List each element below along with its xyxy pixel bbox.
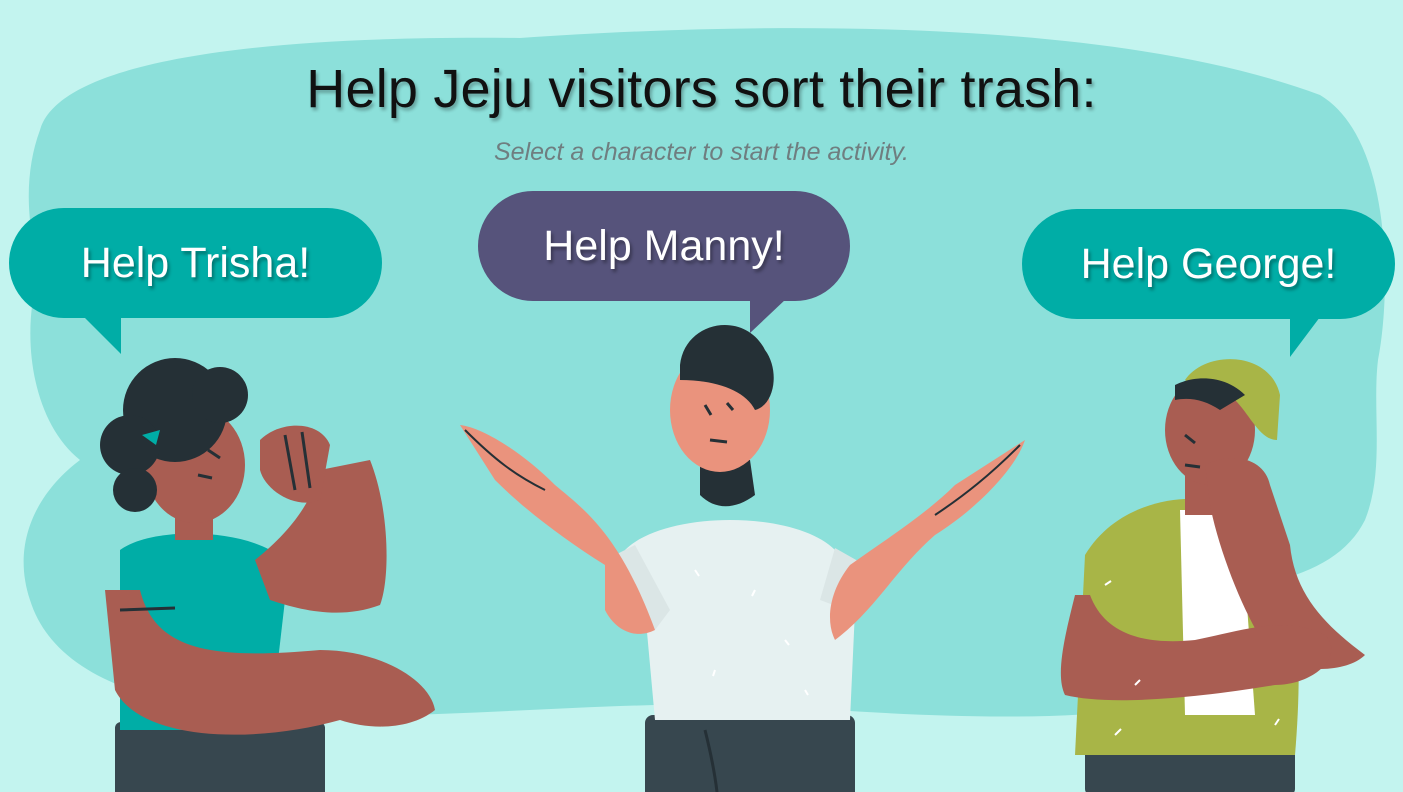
- help-manny-label: Help Manny!: [543, 222, 785, 270]
- help-trisha-label: Help Trisha!: [80, 239, 311, 287]
- manny-figure: [460, 324, 1025, 792]
- page-title: Help Jeju visitors sort their trash:: [306, 59, 1097, 119]
- trisha-character[interactable]: [80, 350, 440, 792]
- help-george-button[interactable]: Help George!: [1022, 209, 1395, 357]
- george-character[interactable]: [1045, 355, 1370, 792]
- help-manny-button[interactable]: Help Manny!: [478, 191, 850, 333]
- speech-bubble-tail: [83, 316, 121, 354]
- help-george-label: Help George!: [1080, 240, 1337, 288]
- speech-bubble-tail: [1290, 317, 1320, 357]
- help-trisha-button[interactable]: Help Trisha!: [9, 208, 382, 354]
- george-figure: [1060, 359, 1365, 792]
- trisha-figure: [100, 358, 435, 792]
- page-subtitle: Select a character to start the activity…: [494, 138, 909, 166]
- manny-character[interactable]: [455, 310, 1030, 792]
- activity-stage: Help Jeju visitors sort their trash: Sel…: [0, 0, 1403, 792]
